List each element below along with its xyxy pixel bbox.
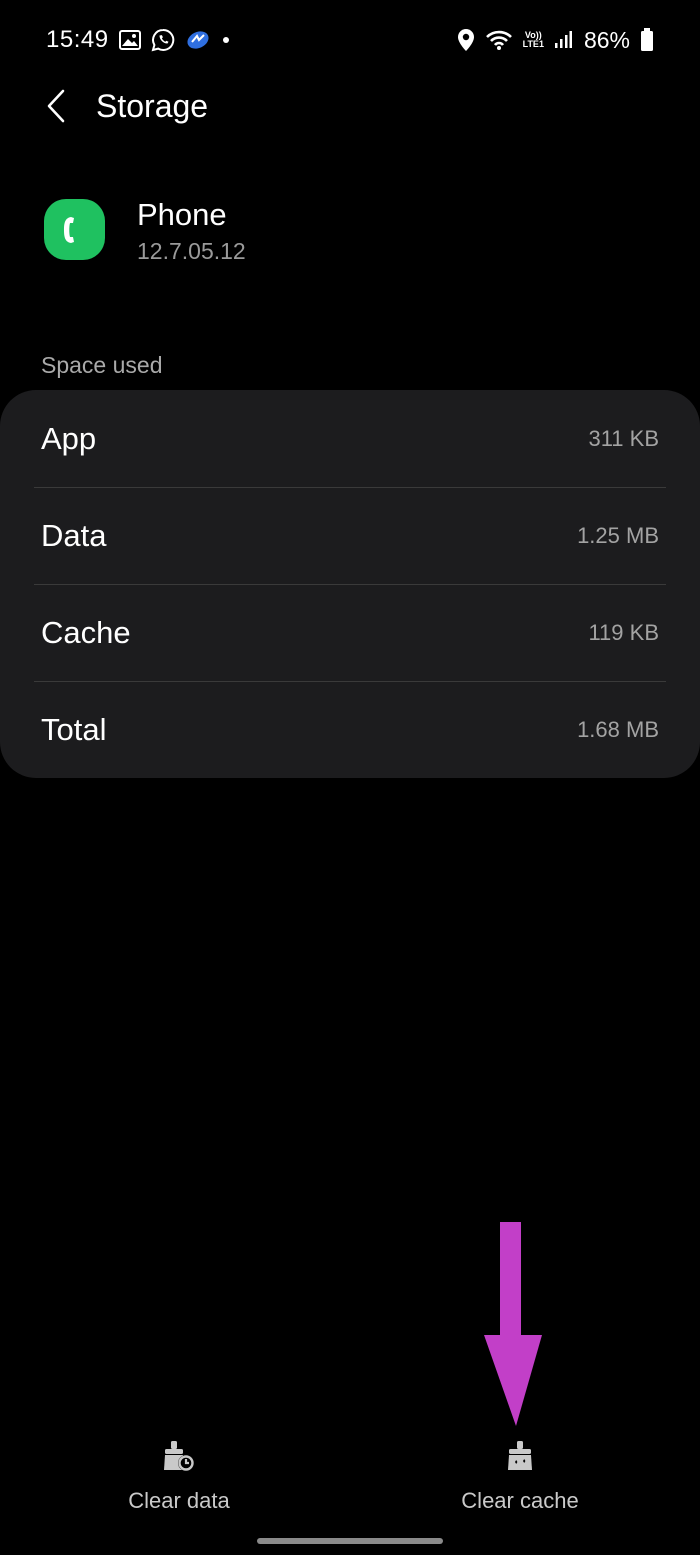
battery-percentage: 86% — [583, 26, 630, 53]
home-indicator[interactable] — [257, 1538, 443, 1544]
storage-row-value: 1.25 MB — [577, 522, 659, 548]
back-button[interactable] — [36, 78, 76, 134]
app-text: Phone 12.7.05.12 — [137, 196, 246, 265]
phone-app-icon — [44, 199, 105, 260]
clear-data-button[interactable]: Clear data — [79, 1440, 279, 1514]
volte-icon: Vo)) LTE1 — [523, 31, 544, 49]
whatsapp-icon — [151, 28, 175, 52]
status-time: 15:49 — [46, 26, 109, 53]
storage-row-cache: Cache 119 KB — [34, 584, 666, 682]
storage-row-value: 119 KB — [588, 619, 659, 645]
clear-data-label: Clear data — [128, 1488, 230, 1513]
storage-row-label: Data — [41, 517, 107, 553]
status-bar-left: 15:49 — [46, 26, 231, 54]
storage-row-data: Data 1.25 MB — [34, 487, 666, 585]
notification-dot-icon — [221, 35, 231, 45]
app-version: 12.7.05.12 — [137, 238, 246, 264]
app-bar: Storage — [36, 78, 208, 134]
page-title: Storage — [96, 87, 209, 124]
storage-row-label: Cache — [41, 614, 131, 650]
volte-bottom-label: LTE1 — [522, 39, 544, 49]
storage-row-value: 311 KB — [588, 425, 659, 451]
app-info: Phone 12.7.05.12 — [44, 196, 246, 265]
clear-cache-label: Clear cache — [461, 1488, 579, 1513]
app-notification-icon — [185, 29, 211, 51]
status-bar-right: Vo)) LTE1 86% — [457, 27, 654, 54]
storage-row-total: Total 1.68 MB — [34, 681, 666, 778]
storage-row-value: 1.68 MB — [577, 716, 659, 742]
storage-card: App 311 KB Data 1.25 MB Cache 119 KB Tot… — [0, 390, 700, 778]
storage-row-label: Total — [41, 711, 107, 747]
status-bar: 15:49 Vo)) LTE1 86% — [46, 22, 654, 58]
wifi-icon — [485, 29, 513, 51]
chevron-left-icon — [47, 89, 65, 123]
clear-cache-icon — [508, 1441, 532, 1470]
location-icon — [457, 28, 475, 52]
storage-row-label: App — [41, 420, 97, 456]
signal-icon — [554, 31, 572, 49]
storage-row-app: App 311 KB — [34, 390, 666, 488]
clear-cache-button[interactable]: Clear cache — [420, 1440, 620, 1514]
annotation-arrow — [484, 1222, 542, 1426]
battery-icon — [640, 28, 654, 52]
section-label-space-used: Space used — [41, 352, 163, 378]
clear-data-icon — [164, 1441, 194, 1471]
gallery-icon — [118, 30, 141, 50]
app-name: Phone — [137, 197, 227, 232]
